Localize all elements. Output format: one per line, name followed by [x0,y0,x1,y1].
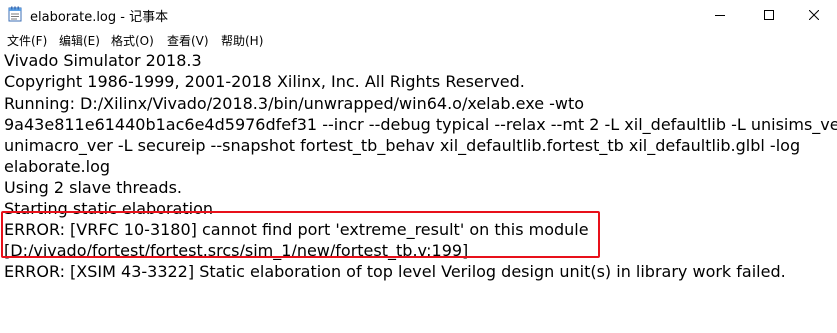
menu-edit[interactable]: 编辑(E) [59,32,100,49]
log-line: Using 2 slave threads. [4,178,182,197]
minimize-icon [715,5,725,24]
menu-help[interactable]: 帮助(H) [221,32,263,49]
window-title: elaborate.log - 记事本 [30,10,169,25]
minimize-button[interactable] [697,0,743,29]
log-line: elaborate.log [4,157,111,176]
notepad-icon [8,6,22,22]
title-bar: elaborate.log - 记事本 [0,0,837,29]
maximize-button[interactable] [746,0,792,29]
close-icon [808,5,820,24]
error-line: ERROR: [XSIM 43-3322] Static elaboration… [4,262,786,281]
menu-view[interactable]: 查看(V) [167,32,209,49]
menu-file[interactable]: 文件(F) [7,32,47,49]
text-editor[interactable]: Vivado Simulator 2018.3 Copyright 1986-1… [0,50,837,333]
notepad-window: elaborate.log - 记事本 文件(F) 编辑(E) 格式(O) 查看… [0,0,837,333]
menu-format[interactable]: 格式(O) [111,32,154,49]
log-line: Copyright 1986-1999, 2001-2018 Xilinx, I… [4,72,525,91]
maximize-icon [764,5,774,24]
error-highlight-box [1,211,600,258]
log-line: unimacro_ver -L secureip --snapshot fort… [4,136,801,155]
menu-bar: 文件(F) 编辑(E) 格式(O) 查看(V) 帮助(H) [0,29,837,50]
close-button[interactable] [791,0,837,29]
log-line: 9a43e811e61440b1ac6e4d5976dfef31 --incr … [4,115,837,134]
log-line: Running: D:/Xilinx/Vivado/2018.3/bin/unw… [4,94,585,113]
log-line: Vivado Simulator 2018.3 [4,51,202,70]
